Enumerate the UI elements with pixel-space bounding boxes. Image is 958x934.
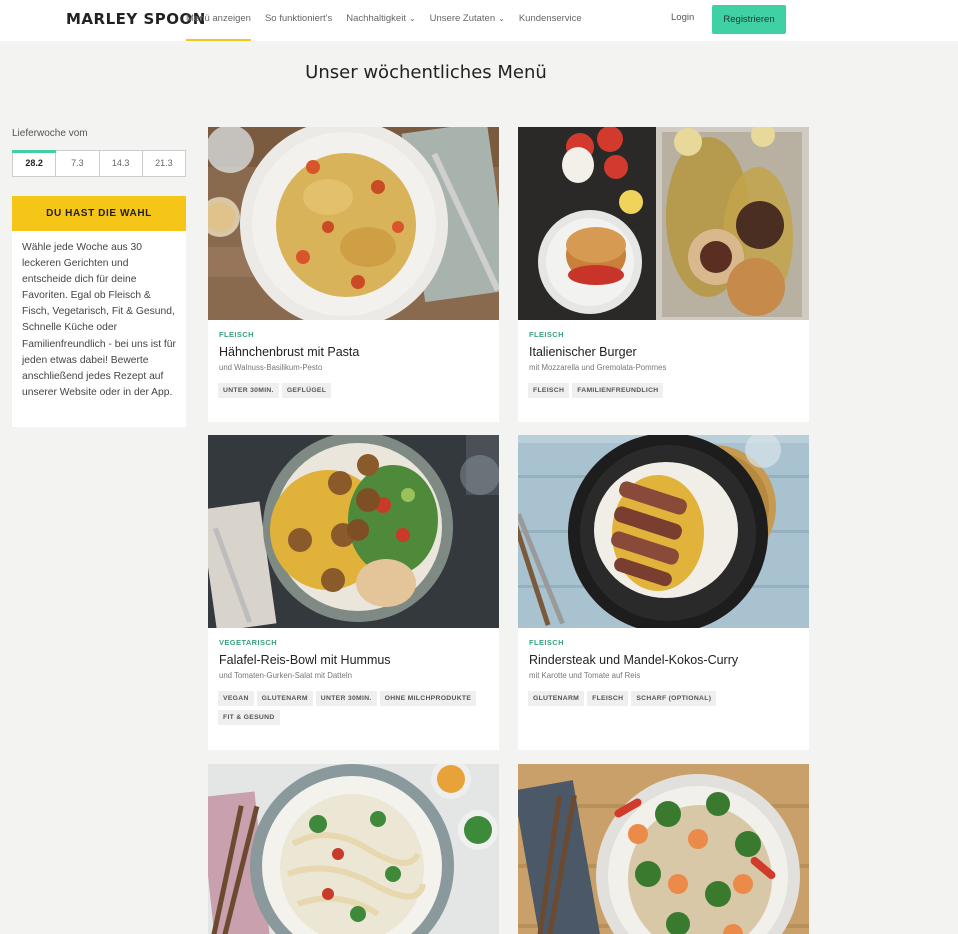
recipe-tag: UNTER 30MIN. <box>218 383 279 398</box>
week-tab[interactable]: 28.2 <box>11 150 57 176</box>
recipe-tag: FIT & GESUND <box>218 710 280 725</box>
recipe-card[interactable]: VEGETARISCH Falafel-Reis-Bowl mit Hummus… <box>208 435 499 750</box>
recipe-tag: OHNE MILCHPRODUKTE <box>379 691 477 706</box>
recipe-image[interactable] <box>208 435 499 628</box>
recipe-category: FLEISCH <box>219 330 254 339</box>
recipe-card[interactable] <box>518 764 809 934</box>
recipe-card[interactable]: FLEISCH Italienischer Burger mit Mozzare… <box>518 127 809 422</box>
recipe-title: Hähnchenbrust mit Pasta <box>219 345 360 359</box>
recipe-image[interactable] <box>518 764 809 934</box>
nav-item-how-it-works[interactable]: So funktioniert's <box>265 0 332 41</box>
recipe-title: Rindersteak und Mandel-Kokos-Curry <box>529 653 739 667</box>
login-link[interactable]: Login <box>671 12 694 23</box>
recipe-tag: VEGAN <box>218 691 254 706</box>
recipe-tag: GEFLÜGEL <box>281 383 332 398</box>
recipe-subtitle: und Walnuss-Basilikum-Pesto <box>219 363 323 372</box>
recipe-title: Italienischer Burger <box>529 345 637 359</box>
page-title: Unser wöchentliches Menü <box>305 62 547 83</box>
recipe-image[interactable] <box>208 764 499 934</box>
register-button[interactable]: Registrieren <box>712 5 786 34</box>
recipe-card[interactable]: FLEISCH Hähnchenbrust mit Pasta und Waln… <box>208 127 499 422</box>
recipe-tag: GLUTENARM <box>528 691 585 706</box>
recipe-tag: GLUTENARM <box>256 691 313 706</box>
recipe-tags: FLEISCH FAMILIENFREUNDLICH <box>528 383 798 402</box>
top-header: MARLEY SPOON Menü anzeigen So funktionie… <box>0 0 958 41</box>
recipe-tags: GLUTENARM FLEISCH SCHARF (OPTIONAL) <box>528 691 798 710</box>
nav-item-ingredients[interactable]: Unsere Zutaten ⌄ <box>430 0 505 41</box>
choice-description: Wähle jede Woche aus 30 leckeren Gericht… <box>12 231 186 427</box>
delivery-week-selector: 28.2 7.3 14.3 21.3 <box>11 150 186 177</box>
recipe-tags: UNTER 30MIN. GEFLÜGEL <box>218 383 488 402</box>
recipe-subtitle: mit Karotte und Tomate auf Reis <box>529 671 641 680</box>
chevron-down-icon: ⌄ <box>498 14 505 23</box>
nav-item-sustainability[interactable]: Nachhaltigkeit ⌄ <box>346 0 415 41</box>
recipe-tag: FLEISCH <box>587 691 629 706</box>
recipe-image[interactable] <box>518 435 809 628</box>
recipe-title: Falafel-Reis-Bowl mit Hummus <box>219 653 391 667</box>
recipe-tag: FAMILIENFREUNDLICH <box>572 383 664 398</box>
main-nav: Menü anzeigen So funktioniert's Nachhalt… <box>186 0 596 41</box>
recipe-category: VEGETARISCH <box>219 638 278 647</box>
nav-item-customer-service[interactable]: Kundenservice <box>519 0 582 41</box>
chevron-down-icon: ⌄ <box>408 14 416 23</box>
week-tab[interactable]: 21.3 <box>143 151 185 176</box>
choice-heading: DU HAST DIE WAHL <box>12 196 186 231</box>
recipe-image[interactable] <box>208 127 499 320</box>
recipe-category: FLEISCH <box>529 638 564 647</box>
recipe-category: FLEISCH <box>529 330 564 339</box>
recipe-tag: FLEISCH <box>528 383 570 398</box>
brand-logo[interactable]: MARLEY SPOON <box>66 10 206 28</box>
recipe-image[interactable] <box>518 127 809 320</box>
recipe-tags: VEGAN GLUTENARM UNTER 30MIN. OHNE MILCHP… <box>218 691 488 729</box>
recipe-card[interactable] <box>208 764 499 934</box>
recipe-tag: SCHARF (OPTIONAL) <box>631 691 717 706</box>
recipe-card[interactable]: FLEISCH Rindersteak und Mandel-Kokos-Cur… <box>518 435 809 750</box>
week-tab[interactable]: 7.3 <box>56 151 100 176</box>
recipe-subtitle: und Tomaten-Gurken-Salat mit Datteln <box>219 671 352 680</box>
week-tab[interactable]: 14.3 <box>100 151 143 176</box>
delivery-week-label: Lieferwoche vom <box>12 128 88 139</box>
recipe-tag: UNTER 30MIN. <box>315 691 377 706</box>
nav-item-menu[interactable]: Menü anzeigen <box>186 0 251 41</box>
recipe-subtitle: mit Mozzarella und Gremolata-Pommes <box>529 363 667 372</box>
